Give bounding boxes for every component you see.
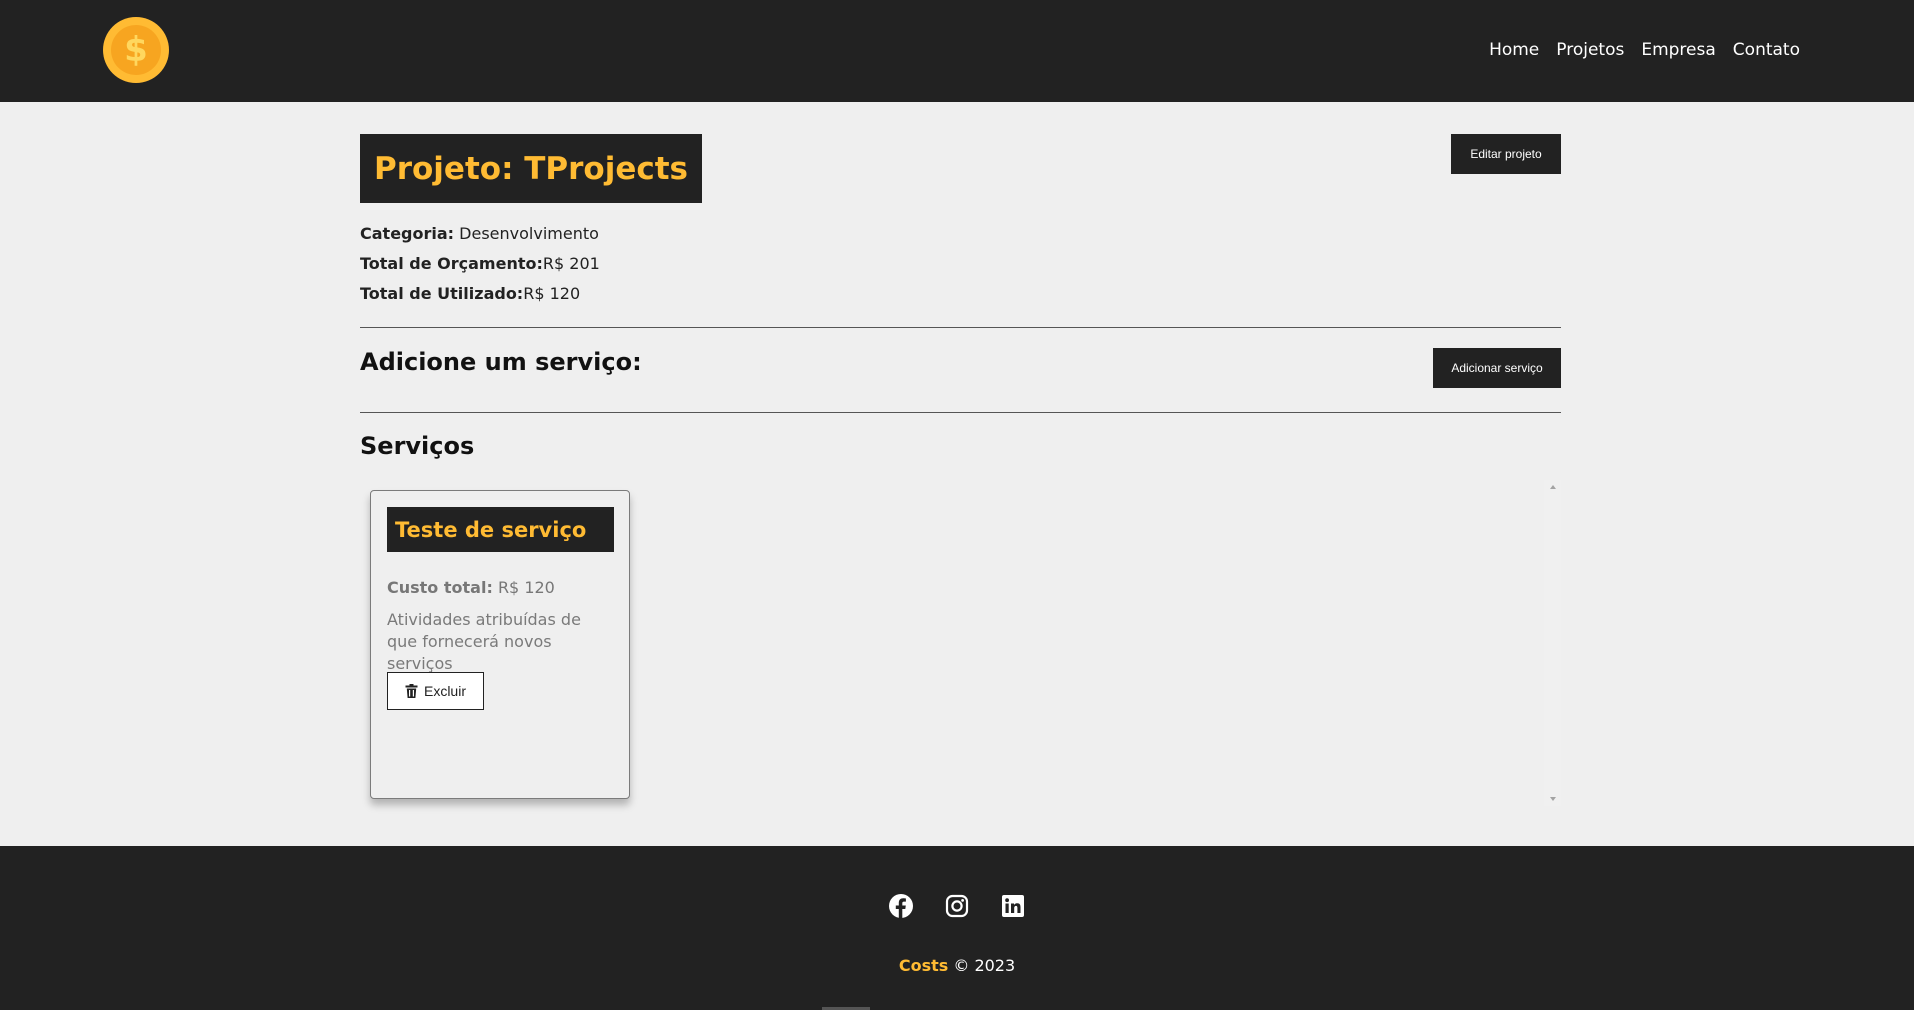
service-cost: Custo total: R$ 120 — [387, 578, 555, 597]
copyright-text: © 2023 — [953, 956, 1016, 975]
scroll-down-arrow-icon[interactable] — [1550, 797, 1556, 801]
delete-label: Excluir — [423, 683, 466, 699]
copyright: Costs © 2023 — [0, 956, 1914, 975]
nav-links: Home Projetos Empresa Contato — [1489, 40, 1800, 60]
nav-link-empresa[interactable]: Empresa — [1641, 40, 1715, 60]
divider — [360, 412, 1561, 413]
category-row: Categoria: Desenvolvimento — [360, 219, 600, 249]
service-cost-value: R$ 120 — [497, 578, 555, 597]
used-label: Total de Utilizado: — [360, 284, 524, 303]
budget-value: R$ 201 — [542, 254, 600, 273]
footer-brand: Costs — [898, 956, 949, 975]
used-value: R$ 120 — [523, 284, 581, 303]
used-row: Total de Utilizado:R$ 120 — [360, 279, 600, 309]
navbar: $ Home Projetos Empresa Contato — [0, 0, 1914, 102]
nav-link-contato[interactable]: Contato — [1733, 40, 1800, 60]
category-label: Categoria: — [360, 224, 455, 243]
divider — [360, 327, 1561, 328]
instagram-icon[interactable] — [945, 894, 969, 918]
footer: Costs © 2023 — [0, 846, 1914, 1010]
nav-link-home[interactable]: Home — [1489, 40, 1539, 60]
service-cost-label: Custo total: — [387, 578, 493, 597]
project-title: Projeto: TProjects — [374, 150, 689, 187]
edit-project-button[interactable]: Editar projeto — [1451, 134, 1561, 174]
services-scrollbar[interactable] — [1544, 480, 1561, 806]
social-links — [0, 894, 1914, 918]
nav-link-projetos[interactable]: Projetos — [1556, 40, 1624, 60]
scroll-up-arrow-icon[interactable] — [1550, 485, 1556, 489]
service-name: Teste de serviço — [395, 517, 587, 542]
service-card-header: Teste de serviço — [387, 507, 614, 552]
add-service-title: Adicione um serviço: — [360, 348, 642, 376]
linkedin-icon[interactable] — [1001, 894, 1025, 918]
project-info: Categoria: Desenvolvimento Total de Orça… — [360, 219, 600, 309]
add-service-button[interactable]: Adicionar serviço — [1433, 348, 1561, 388]
services-title: Serviços — [360, 432, 475, 460]
category-value: Desenvolvimento — [459, 224, 599, 243]
service-card: Teste de serviço Custo total: R$ 120 Ati… — [370, 490, 630, 799]
budget-row: Total de Orçamento:R$ 201 — [360, 249, 600, 279]
facebook-icon[interactable] — [889, 894, 913, 918]
trash-icon — [405, 684, 418, 698]
delete-service-button[interactable]: Excluir — [387, 672, 484, 710]
service-description: Atividades atribuídas de que fornecerá n… — [387, 610, 581, 673]
services-list: Teste de serviço Custo total: R$ 120 Ati… — [360, 480, 1561, 806]
project-title-box: Projeto: TProjects — [360, 134, 703, 203]
budget-label: Total de Orçamento: — [360, 254, 543, 273]
coin-dollar-icon[interactable]: $ — [103, 17, 169, 83]
